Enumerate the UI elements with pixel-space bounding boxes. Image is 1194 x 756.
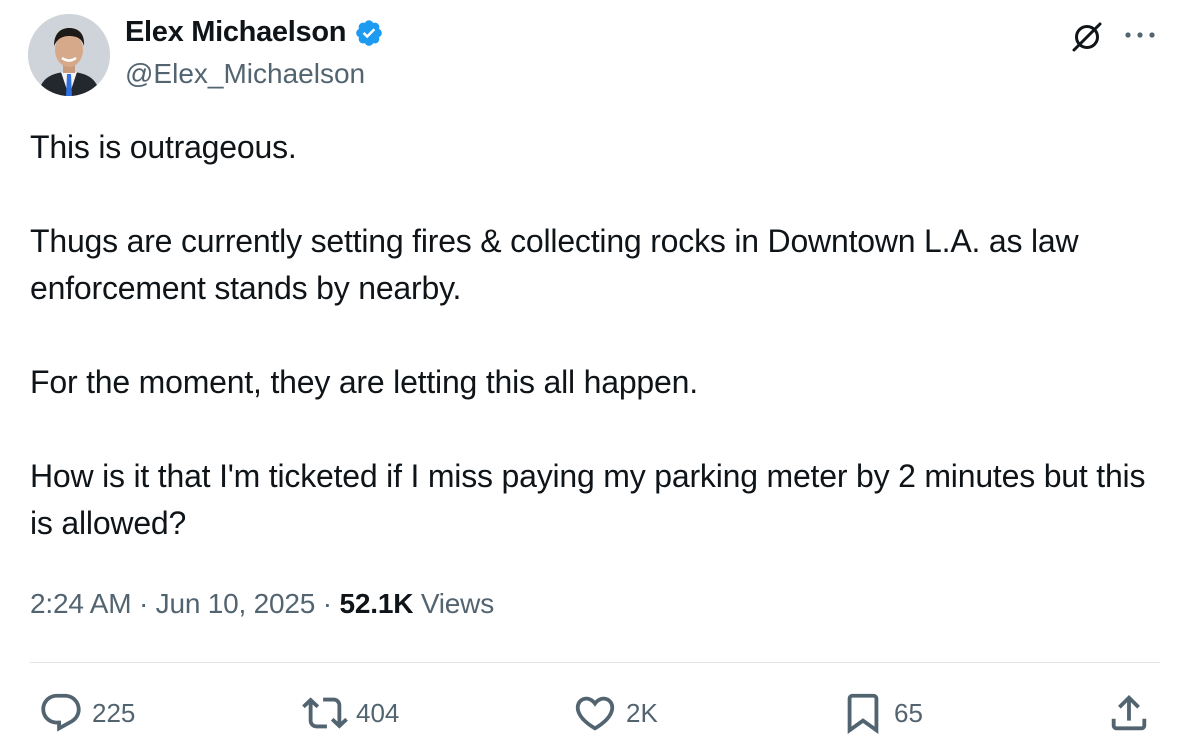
tweet-text: This is outrageous. Thugs are currently … [30, 124, 1170, 547]
like-button[interactable]: 2K [572, 690, 658, 736]
tweet-paragraph: Thugs are currently setting fires & coll… [30, 223, 1079, 306]
divider [30, 662, 1160, 663]
tweet-meta: 2:24 AM · Jun 10, 2025 · 52.1K Views [30, 588, 494, 620]
tweet-time[interactable]: 2:24 AM [30, 588, 132, 619]
meta-separator: · [322, 588, 332, 619]
share-button[interactable] [1106, 690, 1152, 736]
retweet-count: 404 [356, 697, 400, 728]
tweet-date[interactable]: Jun 10, 2025 [156, 588, 316, 619]
more-horizontal-icon[interactable] [1122, 28, 1158, 42]
tweet-paragraph: This is outrageous. [30, 129, 297, 165]
bookmark-count: 65 [894, 697, 923, 728]
author-name-row: Elex Michaelson [125, 16, 384, 49]
author-handle[interactable]: @Elex_Michaelson [125, 58, 365, 90]
views-count: 52.1K [339, 588, 414, 619]
avatar-image [28, 14, 110, 96]
tweet-paragraph: How is it that I'm ticketed if I miss pa… [30, 458, 1146, 541]
reply-count: 225 [92, 697, 136, 728]
grok-icon[interactable] [1068, 18, 1106, 56]
share-icon [1111, 694, 1147, 731]
heart-icon [575, 696, 615, 731]
meta-separator: · [138, 588, 149, 619]
reply-button[interactable]: 225 [38, 690, 135, 736]
avatar[interactable] [28, 14, 110, 96]
author-display-name[interactable]: Elex Michaelson [125, 16, 346, 49]
bookmark-icon [847, 693, 879, 734]
verified-badge-icon [356, 19, 382, 46]
views-label: Views [420, 588, 494, 619]
retweet-button[interactable]: 404 [302, 690, 399, 736]
reply-icon [41, 693, 81, 732]
tweet-paragraph: For the moment, they are letting this al… [30, 364, 698, 400]
bookmark-button[interactable]: 65 [840, 690, 923, 736]
retweet-icon [302, 697, 348, 729]
like-count: 2K [626, 697, 658, 728]
